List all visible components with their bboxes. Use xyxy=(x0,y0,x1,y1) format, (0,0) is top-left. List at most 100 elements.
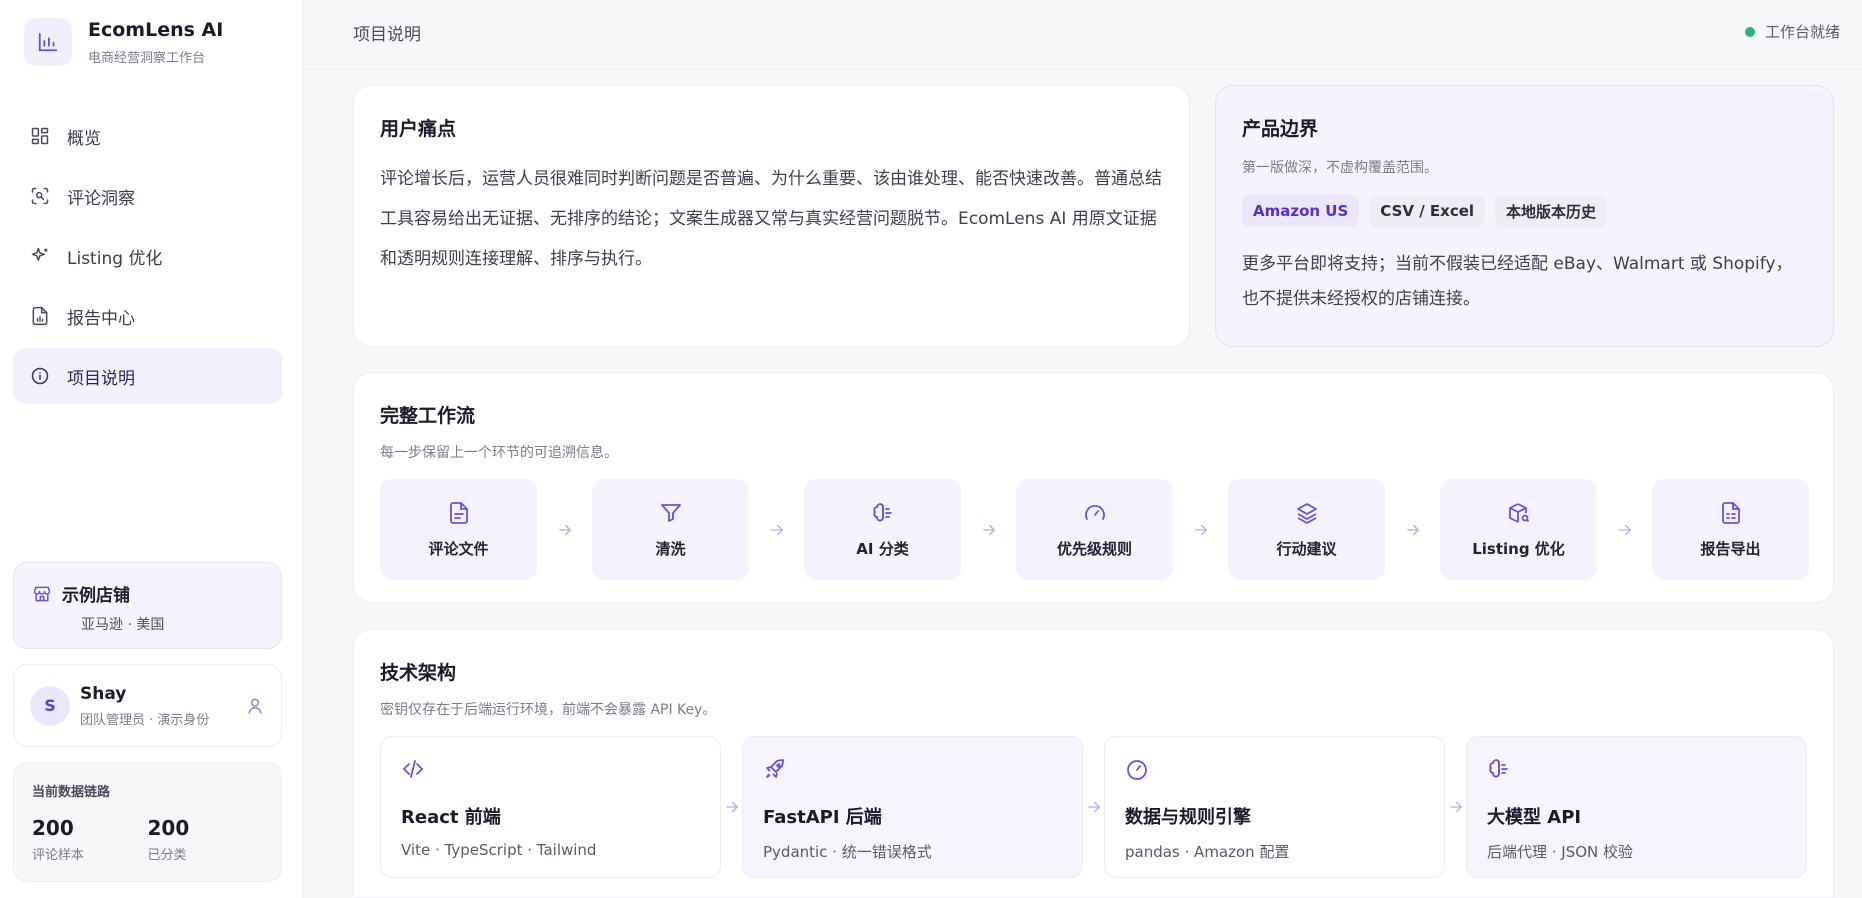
user-name: Shay xyxy=(80,683,127,704)
brand[interactable]: EcomLens AI 电商经营洞察工作台 xyxy=(24,18,223,66)
brain-icon xyxy=(1487,757,1513,783)
tag-amazon-us: Amazon US xyxy=(1242,195,1360,227)
stat-value: 200 xyxy=(147,816,190,840)
pain-points-card: 用户痛点 评论增长后，运营人员很难同时判断问题是否普遍、为什么重要、该由谁处理、… xyxy=(353,85,1190,347)
arrow-right-icon xyxy=(1385,521,1440,539)
main-nav: 概览 评论洞察 Listing 优化 报告中心 项目说明 xyxy=(13,108,282,408)
user-card[interactable]: S Shay 团队管理员 · 演示身份 xyxy=(13,664,282,747)
status-indicator: 工作台就绪 xyxy=(1744,21,1840,42)
status-dot xyxy=(1744,26,1755,37)
nav-item-label: 评论洞察 xyxy=(67,188,135,209)
status-text: 工作台就绪 xyxy=(1764,23,1840,41)
workflow-step-listing: Listing 优化 xyxy=(1440,479,1597,580)
nav-item-label: Listing 优化 xyxy=(67,248,163,269)
sparkle-icon xyxy=(29,245,51,267)
store-card[interactable]: 示例店铺 亚马逊 · 美国 xyxy=(13,562,282,649)
user-icon[interactable] xyxy=(245,696,265,716)
workflow-subtitle: 每一步保留上一个环节的可追溯信息。 xyxy=(380,445,618,461)
arrow-right-icon xyxy=(961,521,1016,539)
user-role: 团队管理员 · 演示身份 xyxy=(80,712,210,728)
avatar: S xyxy=(30,685,70,726)
architecture-subtitle: 密钥仅存在于后端运行环境，前端不会暴露 API Key。 xyxy=(380,702,717,718)
product-scope-title: 产品边界 xyxy=(1242,118,1319,140)
arch-layer-name: 大模型 API xyxy=(1487,807,1582,828)
arch-layer-name: 数据与规则引擎 xyxy=(1125,807,1251,828)
stat-classified: 200 已分类 xyxy=(148,816,264,863)
step-label: 行动建议 xyxy=(1276,540,1337,558)
brand-name: EcomLens AI xyxy=(88,18,224,41)
product-scope-body: 更多平台即将支持；当前不假装已经适配 eBay、Walmart 或 Shopif… xyxy=(1242,254,1793,309)
architecture-layers: React 前端 Vite · TypeScript · Tailwind Fa… xyxy=(380,736,1807,878)
step-label: AI 分类 xyxy=(856,540,909,558)
scan-search-icon xyxy=(29,185,51,207)
arch-layer-desc: pandas · Amazon 配置 xyxy=(1125,843,1290,861)
info-icon xyxy=(29,365,51,387)
package-search-icon xyxy=(1506,500,1532,526)
nav-item-label: 项目说明 xyxy=(67,368,135,389)
nav-item-label: 报告中心 xyxy=(67,308,135,329)
store-meta: 亚马逊 · 美国 xyxy=(81,617,165,633)
tag-local-history: 本地版本历史 xyxy=(1495,195,1608,227)
store-icon xyxy=(32,584,52,604)
arrow-right-icon xyxy=(1445,798,1466,816)
step-label: Listing 优化 xyxy=(1472,540,1565,558)
sidebar: EcomLens AI 电商经营洞察工作台 概览 评论洞察 Listing 优化 xyxy=(0,0,303,898)
arch-layer-backend: FastAPI 后端 Pydantic · 统一错误格式 xyxy=(742,736,1083,878)
workflow-step-review-file: 评论文件 xyxy=(380,479,537,580)
nav-item-listing[interactable]: Listing 优化 xyxy=(13,228,282,284)
workflow-step-action: 行动建议 xyxy=(1228,479,1385,580)
nav-item-overview[interactable]: 概览 xyxy=(13,108,282,164)
arch-layer-name: React 前端 xyxy=(401,807,501,828)
code-icon xyxy=(401,757,427,783)
arch-layer-name: FastAPI 后端 xyxy=(763,807,882,828)
stat-review-samples: 200 评论样本 xyxy=(32,816,148,863)
brain-icon xyxy=(870,500,896,526)
arrow-right-icon xyxy=(1597,521,1652,539)
arrow-right-icon xyxy=(749,521,804,539)
nav-item-review-insights[interactable]: 评论洞察 xyxy=(13,168,282,224)
product-scope-subtitle: 第一版做深，不虚构覆盖范围。 xyxy=(1242,160,1438,176)
file-export-icon xyxy=(1718,500,1744,526)
arch-layer-llm: 大模型 API 后端代理 · JSON 校验 xyxy=(1466,736,1807,878)
brand-subtitle: 电商经营洞察工作台 xyxy=(88,50,206,66)
arrow-right-icon xyxy=(1083,798,1104,816)
pain-points-title: 用户痛点 xyxy=(380,118,457,140)
arch-layer-engine: 数据与规则引擎 pandas · Amazon 配置 xyxy=(1104,736,1445,878)
bar-chart-icon xyxy=(24,18,72,66)
architecture-title: 技术架构 xyxy=(380,662,457,684)
architecture-card: 技术架构 密钥仅存在于后端运行环境，前端不会暴露 API Key。 React … xyxy=(353,629,1834,898)
workflow-steps: 评论文件 清洗 AI 分类 优先级规则 行动建议 Listing 优化 报告导出 xyxy=(380,479,1809,580)
step-label: 报告导出 xyxy=(1700,540,1761,558)
step-label: 优先级规则 xyxy=(1056,540,1132,558)
rocket-icon xyxy=(763,757,789,783)
data-chain-card: 当前数据链路 200 评论样本 200 已分类 xyxy=(13,762,282,882)
arrow-right-icon xyxy=(1173,521,1228,539)
filter-icon xyxy=(658,500,684,526)
arch-layer-desc: Vite · TypeScript · Tailwind xyxy=(401,841,597,859)
workflow-step-clean: 清洗 xyxy=(592,479,749,580)
tag-csv-excel: CSV / Excel xyxy=(1369,195,1486,227)
gauge-icon xyxy=(1125,757,1151,783)
arch-layer-desc: Pydantic · 统一错误格式 xyxy=(763,843,932,861)
topbar: 项目说明 工作台就绪 xyxy=(303,0,1862,70)
pain-points-body: 评论增长后，运营人员很难同时判断问题是否普遍、为什么重要、该由谁处理、能否快速改… xyxy=(380,169,1162,269)
arrow-right-icon xyxy=(721,798,742,816)
page-title: 项目说明 xyxy=(353,25,421,45)
step-label: 评论文件 xyxy=(428,540,489,558)
scope-tags: Amazon US CSV / Excel 本地版本历史 xyxy=(1242,195,1807,227)
nav-item-project-info[interactable]: 项目说明 xyxy=(13,348,282,404)
layers-icon xyxy=(1294,500,1320,526)
nav-item-reports[interactable]: 报告中心 xyxy=(13,288,282,344)
workflow-step-priority-rules: 优先级规则 xyxy=(1016,479,1173,580)
workflow-card: 完整工作流 每一步保留上一个环节的可追溯信息。 评论文件 清洗 AI 分类 优先… xyxy=(353,372,1834,603)
arch-layer-frontend: React 前端 Vite · TypeScript · Tailwind xyxy=(380,736,721,878)
data-chain-title: 当前数据链路 xyxy=(32,785,111,800)
store-name: 示例店铺 xyxy=(62,586,130,606)
gauge-icon xyxy=(1082,500,1108,526)
workflow-step-report-export: 报告导出 xyxy=(1652,479,1809,580)
step-label: 清洗 xyxy=(655,540,686,558)
stat-label: 已分类 xyxy=(147,848,187,863)
file-text-icon xyxy=(446,500,472,526)
dashboard-icon xyxy=(29,125,51,147)
workflow-step-ai-classify: AI 分类 xyxy=(804,479,961,580)
